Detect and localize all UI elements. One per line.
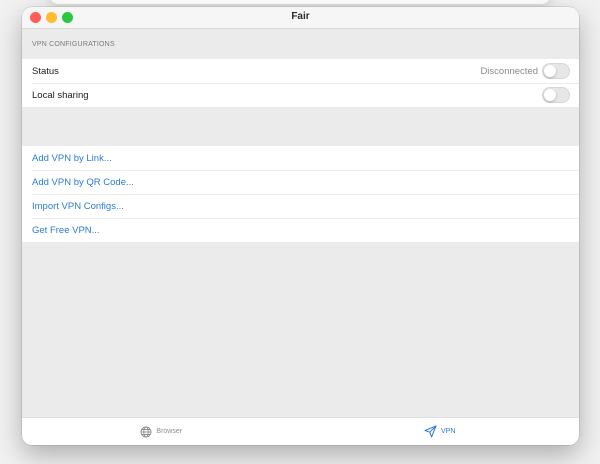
window-title: Fair <box>291 11 310 22</box>
status-value: Disconnected <box>480 65 538 77</box>
app-window: Fair VPN CONFIGURATIONS Status Disconnec… <box>22 7 579 445</box>
paper-plane-icon <box>424 425 437 438</box>
actions-card: Add VPN by Link... Add VPN by QR Code...… <box>22 146 579 242</box>
add-vpn-by-qr-code-button[interactable]: Add VPN by QR Code... <box>22 170 579 194</box>
tab-bar: Browser VPN <box>22 417 579 445</box>
tab-browser[interactable]: Browser <box>22 418 301 445</box>
local-sharing-row: Local sharing <box>22 83 579 107</box>
section-header-vpn-configurations: VPN CONFIGURATIONS <box>22 29 579 59</box>
tab-vpn-label: VPN <box>441 428 456 435</box>
local-sharing-toggle[interactable] <box>542 87 570 103</box>
globe-icon <box>140 426 152 438</box>
status-toggle-knob <box>544 65 556 77</box>
status-toggle[interactable] <box>542 63 570 79</box>
tab-vpn[interactable]: VPN <box>301 418 580 445</box>
add-vpn-by-link-button[interactable]: Add VPN by Link... <box>22 146 579 170</box>
local-sharing-label: Local sharing <box>32 89 89 101</box>
background-window <box>50 0 550 4</box>
status-card: Status Disconnected Local sharing <box>22 59 579 107</box>
section-spacer <box>22 107 579 146</box>
import-vpn-configs-button[interactable]: Import VPN Configs... <box>22 194 579 218</box>
get-free-vpn-button[interactable]: Get Free VPN... <box>22 218 579 242</box>
titlebar: Fair <box>22 7 579 29</box>
status-row: Status Disconnected <box>22 59 579 83</box>
local-sharing-toggle-knob <box>544 89 556 101</box>
status-label: Status <box>32 65 59 77</box>
tab-browser-label: Browser <box>156 428 183 435</box>
